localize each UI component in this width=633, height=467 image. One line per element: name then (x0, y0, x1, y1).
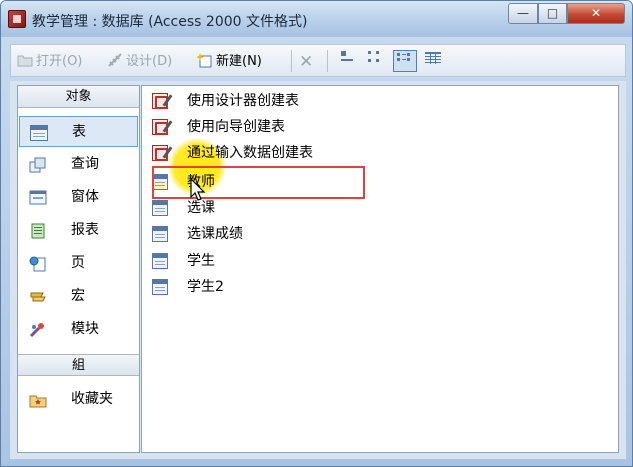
maximize-button[interactable]: □ (538, 3, 567, 24)
report-icon (31, 223, 45, 239)
database-window: 教学管理 : 数据库 (Access 2000 文件格式) — □ ✕ 打开(O… (0, 0, 633, 467)
sidebar-item-label: 窗体 (71, 189, 99, 205)
table-icon (152, 253, 168, 269)
list-item-label: 学生 (187, 253, 215, 269)
macro-icon (30, 292, 46, 302)
groups-header[interactable]: 組 (18, 354, 139, 376)
object-list: 使用设计器创建表 使用向导创建表 通过输入数据创建表 教师 选课 选课成绩 学生… (141, 85, 619, 453)
sidebar-item-reports[interactable]: 报表 (19, 215, 138, 246)
sidebar-item-forms[interactable]: 窗体 (19, 182, 138, 213)
sidebar-item-label: 模块 (71, 321, 99, 337)
toolbar-separator (291, 50, 292, 72)
title-bar[interactable]: 教学管理 : 数据库 (Access 2000 文件格式) — □ ✕ (1, 1, 632, 37)
details-view-button[interactable] (421, 50, 445, 72)
toolbar: 打开(O) 设计(D) 新建(N) ✕ (10, 44, 626, 77)
table-icon (30, 125, 48, 141)
sidebar-item-label: 报表 (71, 222, 99, 238)
sidebar-item-label: 收藏夹 (71, 391, 113, 407)
list-item-label: 选课成绩 (187, 226, 243, 242)
mouse-cursor-icon (190, 178, 206, 201)
table-icon (152, 226, 168, 242)
delete-button[interactable]: ✕ (299, 52, 313, 72)
form-icon (29, 190, 47, 205)
query-icon (29, 157, 46, 173)
table-icon (152, 200, 168, 216)
annotation-highlight-box (152, 166, 365, 199)
list-icon (397, 53, 410, 61)
x-icon: ✕ (299, 52, 314, 72)
page-icon (29, 256, 46, 272)
list-item-label: 通过输入数据创建表 (187, 145, 313, 161)
sidebar-item-label: 宏 (71, 288, 85, 304)
large-icons-view-button[interactable] (335, 50, 359, 72)
close-button[interactable]: ✕ (567, 3, 625, 24)
objects-sidebar: 对象 表 查询 窗体 报表 页 宏 模块 組 收藏夹 (17, 85, 140, 453)
design-ruler-icon (108, 53, 122, 67)
list-item-label: 学生2 (187, 279, 224, 295)
content-area: 对象 表 查询 窗体 报表 页 宏 模块 組 收藏夹 使用设计器创建表 使用向导… (10, 81, 626, 459)
access-app-icon (8, 10, 26, 28)
objects-header[interactable]: 对象 (18, 86, 139, 108)
small-icons-icon (368, 51, 379, 62)
module-icon (29, 323, 44, 338)
small-icons-view-button[interactable] (363, 50, 387, 72)
sidebar-item-favorites[interactable]: 收藏夹 (19, 384, 138, 415)
sidebar-item-tables[interactable]: 表 (19, 116, 138, 147)
wizard-icon (152, 93, 168, 109)
open-folder-icon (17, 55, 33, 67)
sidebar-item-pages[interactable]: 页 (19, 248, 138, 279)
favorites-folder-icon (29, 395, 47, 408)
list-item-label: 使用设计器创建表 (187, 93, 299, 109)
toolbar-separator (327, 50, 328, 72)
design-button[interactable]: 设计(D) (107, 52, 172, 72)
new-button[interactable]: 新建(N) (197, 52, 262, 72)
sidebar-item-label: 表 (72, 124, 86, 140)
sidebar-item-label: 查询 (71, 156, 99, 172)
large-icons-icon (341, 51, 353, 61)
table-icon (152, 279, 168, 295)
details-icon (425, 52, 441, 64)
sidebar-item-macros[interactable]: 宏 (19, 281, 138, 312)
new-label: 新建(N) (216, 54, 262, 69)
list-item-label: 使用向导创建表 (187, 119, 285, 135)
sidebar-item-modules[interactable]: 模块 (19, 314, 138, 345)
sidebar-item-label: 页 (71, 255, 85, 271)
open-button[interactable]: 打开(O) (17, 52, 82, 72)
open-label: 打开(O) (36, 54, 83, 69)
wizard-icon (152, 119, 168, 135)
minimize-button[interactable]: — (508, 3, 538, 24)
list-view-button[interactable] (393, 50, 417, 72)
new-sparkle-icon (197, 53, 212, 68)
window-title: 教学管理 : 数据库 (Access 2000 文件格式) (32, 14, 308, 30)
wizard-icon (152, 145, 168, 161)
sidebar-item-queries[interactable]: 查询 (19, 149, 138, 180)
design-label: 设计(D) (126, 54, 173, 69)
